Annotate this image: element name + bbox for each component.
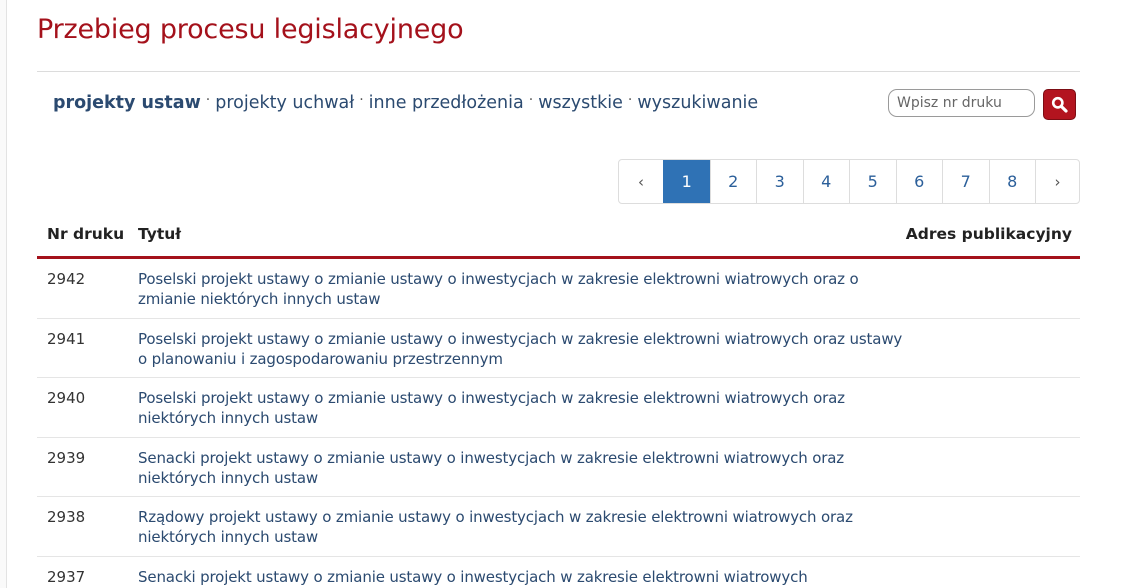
- table-body: 2942 Poselski projekt ustawy o zmianie u…: [37, 259, 1080, 588]
- nav-separator: ·: [205, 92, 211, 108]
- pagination-page-8[interactable]: 8: [988, 160, 1036, 203]
- bill-title-link[interactable]: Rządowy projekt ustawy o zmianie ustawy …: [138, 507, 903, 547]
- print-number: 2942: [47, 270, 86, 288]
- bill-title-link[interactable]: Poselski projekt ustawy o zmianie ustawy…: [138, 269, 903, 309]
- table-row: 2938 Rządowy projekt ustawy o zmianie us…: [37, 497, 1080, 557]
- pagination-page-1[interactable]: 1: [663, 160, 710, 203]
- search-icon: [1051, 96, 1068, 113]
- pagination-page-3[interactable]: 3: [756, 160, 803, 203]
- pagination-prev-button[interactable]: ‹: [619, 160, 663, 203]
- pagination-page-6[interactable]: 6: [895, 160, 943, 203]
- nav-separator: ·: [627, 92, 633, 108]
- pagination-next-button[interactable]: ›: [1035, 160, 1079, 203]
- print-number-input[interactable]: [888, 89, 1035, 117]
- title-divider: [37, 71, 1080, 72]
- page-title: Przebieg procesu legislacyjnego: [37, 14, 464, 45]
- print-number: 2941: [47, 329, 86, 348]
- nav-item-wyszukiwanie[interactable]: wyszukiwanie: [637, 93, 758, 113]
- print-number-search: [888, 89, 1076, 120]
- table-row: 2939 Senacki projekt ustawy o zmianie us…: [37, 438, 1080, 497]
- bill-title-link[interactable]: Senacki projekt ustawy o zmianie ustawy …: [138, 567, 903, 587]
- left-edge-border: [0, 0, 7, 588]
- pagination-page-5[interactable]: 5: [849, 160, 896, 203]
- nav-item-inne-przedlozenia[interactable]: inne przedłożenia: [369, 93, 524, 113]
- table-row: 2937 Senacki projekt ustawy o zmianie us…: [37, 557, 1080, 588]
- nav-item-projekty-uchwal[interactable]: projekty uchwał: [215, 93, 354, 113]
- nav-separator: ·: [528, 92, 534, 108]
- nav-item-wszystkie[interactable]: wszystkie: [538, 93, 623, 113]
- table-row: 2942 Poselski projekt ustawy o zmianie u…: [37, 259, 1080, 319]
- pagination: ‹ 1 2 3 4 5 6 7 8 ›: [618, 159, 1080, 204]
- pagination-page-4[interactable]: 4: [802, 160, 850, 203]
- search-button[interactable]: [1043, 89, 1076, 120]
- table-row: 2941 Poselski projekt ustawy o zmianie u…: [37, 319, 1080, 378]
- pagination-page-7[interactable]: 7: [942, 160, 989, 203]
- nav-item-projekty-ustaw[interactable]: projekty ustaw: [53, 93, 201, 113]
- column-header-adres-publikacyjny: Adres publikacyjny: [905, 225, 1072, 243]
- nav-separator: ·: [359, 92, 364, 108]
- column-header-nr-druku: Nr druku: [47, 225, 125, 243]
- print-number: 2939: [47, 448, 86, 467]
- bill-title-link[interactable]: Poselski projekt ustawy o zmianie ustawy…: [138, 329, 903, 369]
- table-header: Nr druku Tytuł Adres publikacyjny: [37, 225, 1080, 259]
- print-number: 2937: [47, 567, 86, 586]
- column-header-tytul: Tytuł: [138, 225, 182, 243]
- category-nav: projekty ustaw · projekty uchwał · inne prze…: [53, 92, 758, 113]
- pagination-page-2[interactable]: 2: [709, 160, 757, 203]
- table-row: 2940 Poselski projekt ustawy o zmianie u…: [37, 378, 1080, 438]
- print-number: 2940: [47, 389, 86, 407]
- bill-title-link[interactable]: Senacki projekt ustawy o zmianie ustawy …: [138, 448, 903, 488]
- print-number: 2938: [47, 508, 86, 526]
- bill-title-link[interactable]: Poselski projekt ustawy o zmianie ustawy…: [138, 388, 903, 428]
